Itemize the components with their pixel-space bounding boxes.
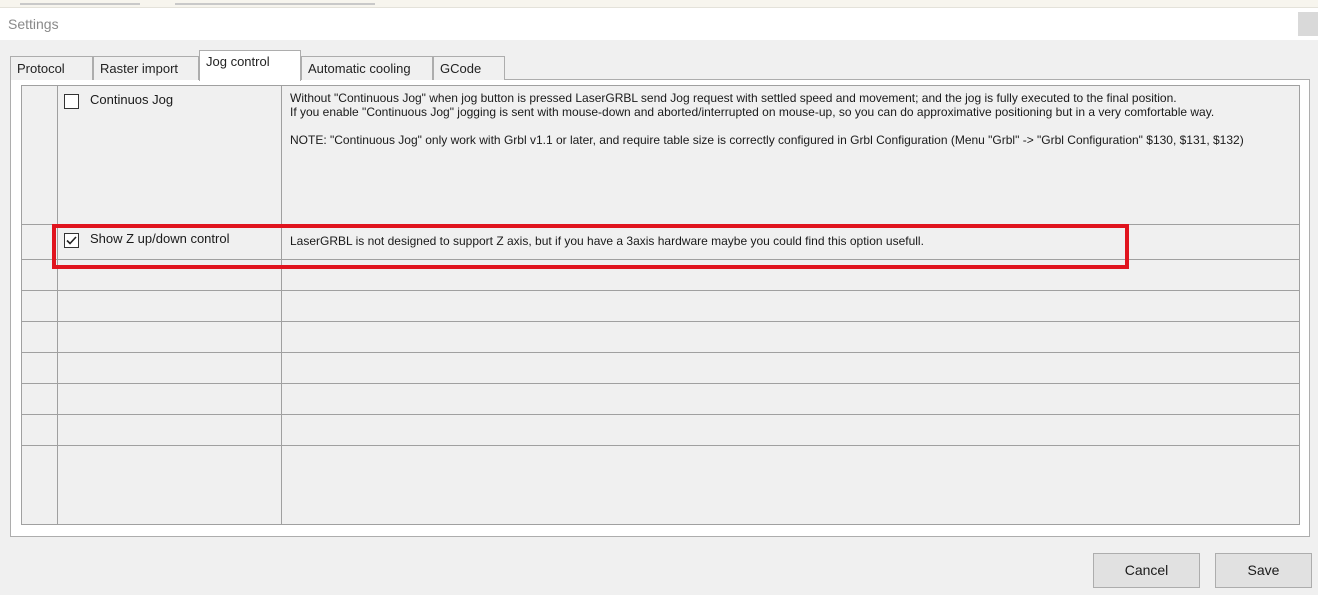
empty-row [22,353,1299,384]
row-header[interactable] [22,446,58,524]
background-window-strip [0,0,1318,8]
empty-cell [58,384,282,414]
tab-strip: Protocol Raster import Jog control Autom… [10,50,1310,81]
continuous-jog-description: Without "Continuous Jog" when jog button… [290,91,1290,147]
settings-grid: Continuos Jog Without "Continuous Jog" w… [21,85,1300,525]
title-bar: Settings [0,8,1318,40]
setting-name-cell: Continuos Jog [58,86,282,224]
description-line: NOTE: "Continuous Jog" only work with Gr… [290,133,1244,147]
tab-protocol[interactable]: Protocol [10,56,93,80]
strip-segment [20,3,140,5]
row-header[interactable] [22,384,58,414]
title-scrollbar[interactable] [1298,12,1318,36]
empty-cell [282,260,1299,290]
checkmark-icon [66,236,77,245]
empty-cell [58,415,282,445]
empty-cell [282,446,1299,524]
setting-row-continuous-jog: Continuos Jog Without "Continuous Jog" w… [22,86,1299,225]
empty-row [22,446,1299,524]
empty-cell [282,353,1299,383]
empty-cell [282,384,1299,414]
description-line: LaserGRBL is not designed to support Z a… [290,234,924,248]
continuous-jog-checkbox[interactable] [64,94,79,109]
show-z-control-description: LaserGRBL is not designed to support Z a… [290,234,1290,248]
description-line: If you enable "Continuous Jog" jogging i… [290,105,1215,119]
tab-automatic-cooling[interactable]: Automatic cooling [301,56,433,80]
empty-cell [282,322,1299,352]
row-header[interactable] [22,86,58,224]
row-header[interactable] [22,260,58,290]
empty-cell [58,353,282,383]
show-z-control-checkbox[interactable] [64,233,79,248]
continuous-jog-label: Continuos Jog [90,92,174,107]
empty-cell [58,260,282,290]
row-header[interactable] [22,225,58,259]
show-z-control-label: Show Z up/down control [90,231,230,246]
empty-cell [282,415,1299,445]
tab-raster-import[interactable]: Raster import [93,56,199,80]
save-button[interactable]: Save [1215,553,1312,588]
empty-row [22,260,1299,291]
tab-gcode[interactable]: GCode [433,56,505,80]
empty-row [22,322,1299,353]
empty-row [22,415,1299,446]
row-header[interactable] [22,353,58,383]
empty-cell [282,291,1299,321]
setting-description-cell: LaserGRBL is not designed to support Z a… [282,225,1299,259]
row-header[interactable] [22,322,58,352]
empty-cell [58,291,282,321]
window-title: Settings [8,16,59,32]
empty-cell [58,322,282,352]
row-header[interactable] [22,291,58,321]
setting-description-cell: Without "Continuous Jog" when jog button… [282,86,1299,224]
row-header[interactable] [22,415,58,445]
jog-control-tab-page: Continuos Jog Without "Continuous Jog" w… [10,80,1310,537]
setting-name-cell: Show Z up/down control [58,225,282,259]
setting-row-show-z-control: Show Z up/down control LaserGRBL is not … [22,225,1299,260]
empty-row [22,384,1299,415]
description-line: Without "Continuous Jog" when jog button… [290,91,1177,105]
empty-cell [58,446,282,524]
empty-row [22,291,1299,322]
strip-segment [175,3,375,5]
tab-jog-control[interactable]: Jog control [199,50,301,81]
cancel-button[interactable]: Cancel [1093,553,1200,588]
